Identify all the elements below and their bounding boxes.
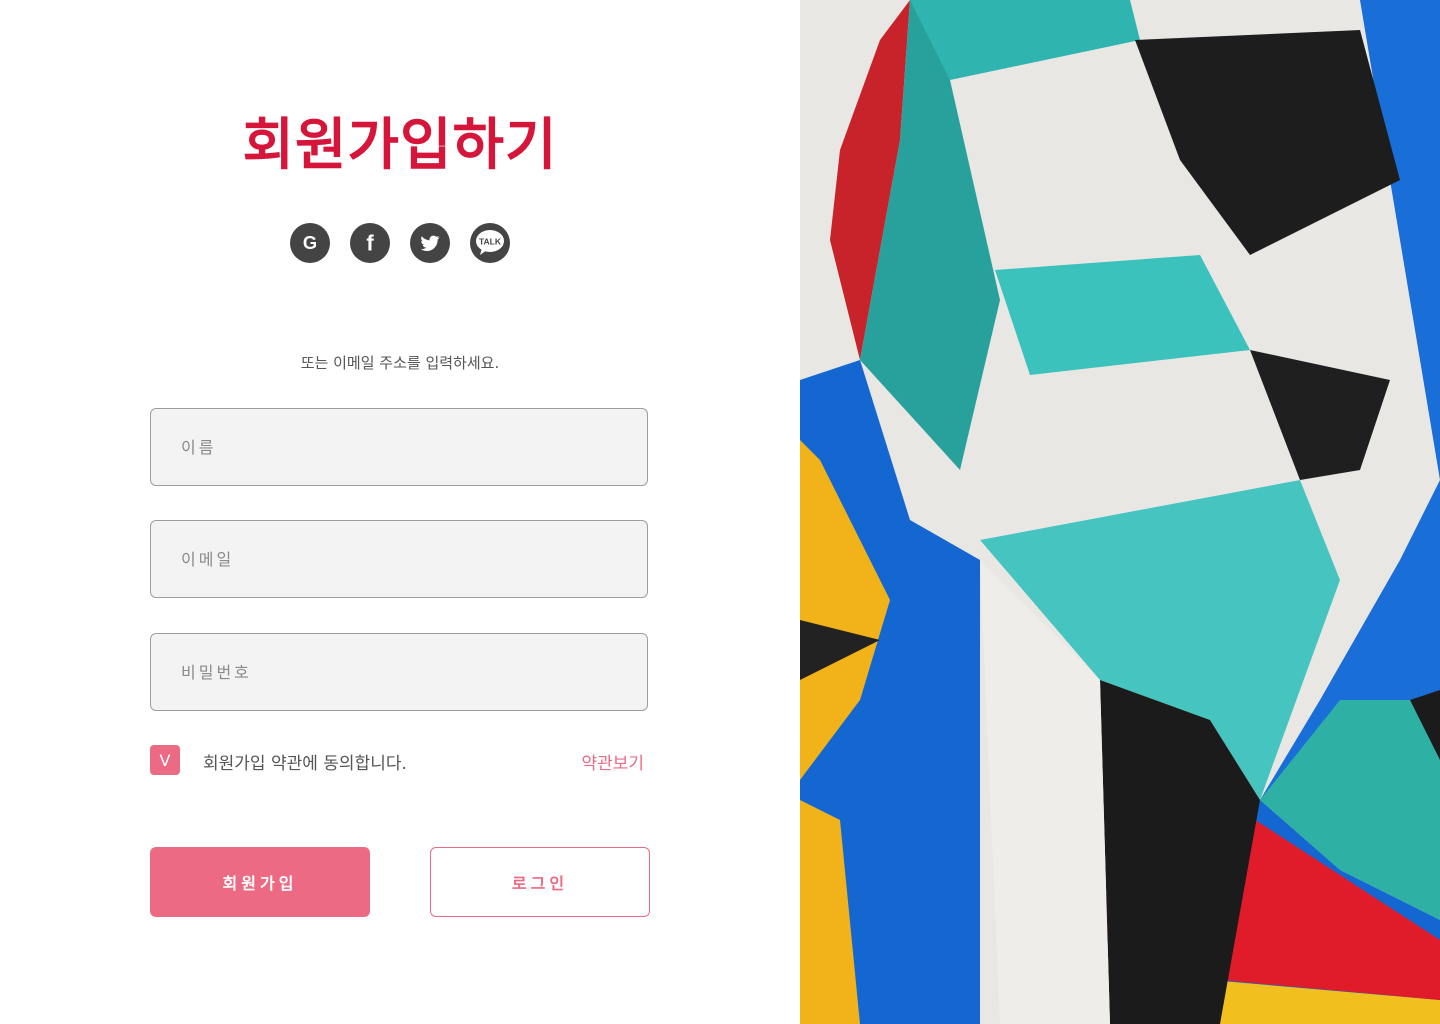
kakaotalk-icon: TALK: [476, 230, 504, 255]
email-input[interactable]: [150, 520, 648, 598]
facebook-login-button[interactable]: f: [350, 223, 390, 263]
abstract-art-image: [800, 0, 1440, 1024]
signup-button[interactable]: 회원가입: [150, 847, 370, 917]
name-input[interactable]: [150, 408, 648, 486]
abstract-mural-illustration: [800, 0, 1440, 1024]
google-icon: G: [303, 232, 317, 253]
password-input[interactable]: [150, 633, 648, 711]
email-instruction: 또는 이메일 주소를 입력하세요.: [300, 354, 500, 372]
twitter-login-button[interactable]: [410, 223, 450, 263]
facebook-icon: f: [366, 232, 374, 254]
page-title: 회원가입하기: [242, 113, 558, 178]
terms-agree-label: 회원가입 약관에 동의합니다.: [203, 754, 407, 774]
signup-panel: 회원가입하기 G f TALK 또는 이메일 주소를 입력하세요. 이름 이메일…: [0, 0, 800, 1024]
login-button[interactable]: 로그인: [430, 847, 650, 917]
google-login-button[interactable]: G: [290, 223, 330, 263]
kakaotalk-glyph: TALK: [479, 237, 502, 247]
terms-checkbox[interactable]: V: [150, 745, 180, 775]
social-login-group: G f TALK: [290, 223, 510, 263]
kakaotalk-login-button[interactable]: TALK: [470, 223, 510, 263]
terms-agree-row: V 회원가입 약관에 동의합니다. 약관보기: [150, 745, 648, 775]
google-glyph: G: [303, 232, 317, 253]
facebook-glyph: f: [366, 232, 374, 254]
view-terms-link[interactable]: 약관보기: [581, 749, 644, 774]
twitter-icon: [420, 235, 440, 251]
